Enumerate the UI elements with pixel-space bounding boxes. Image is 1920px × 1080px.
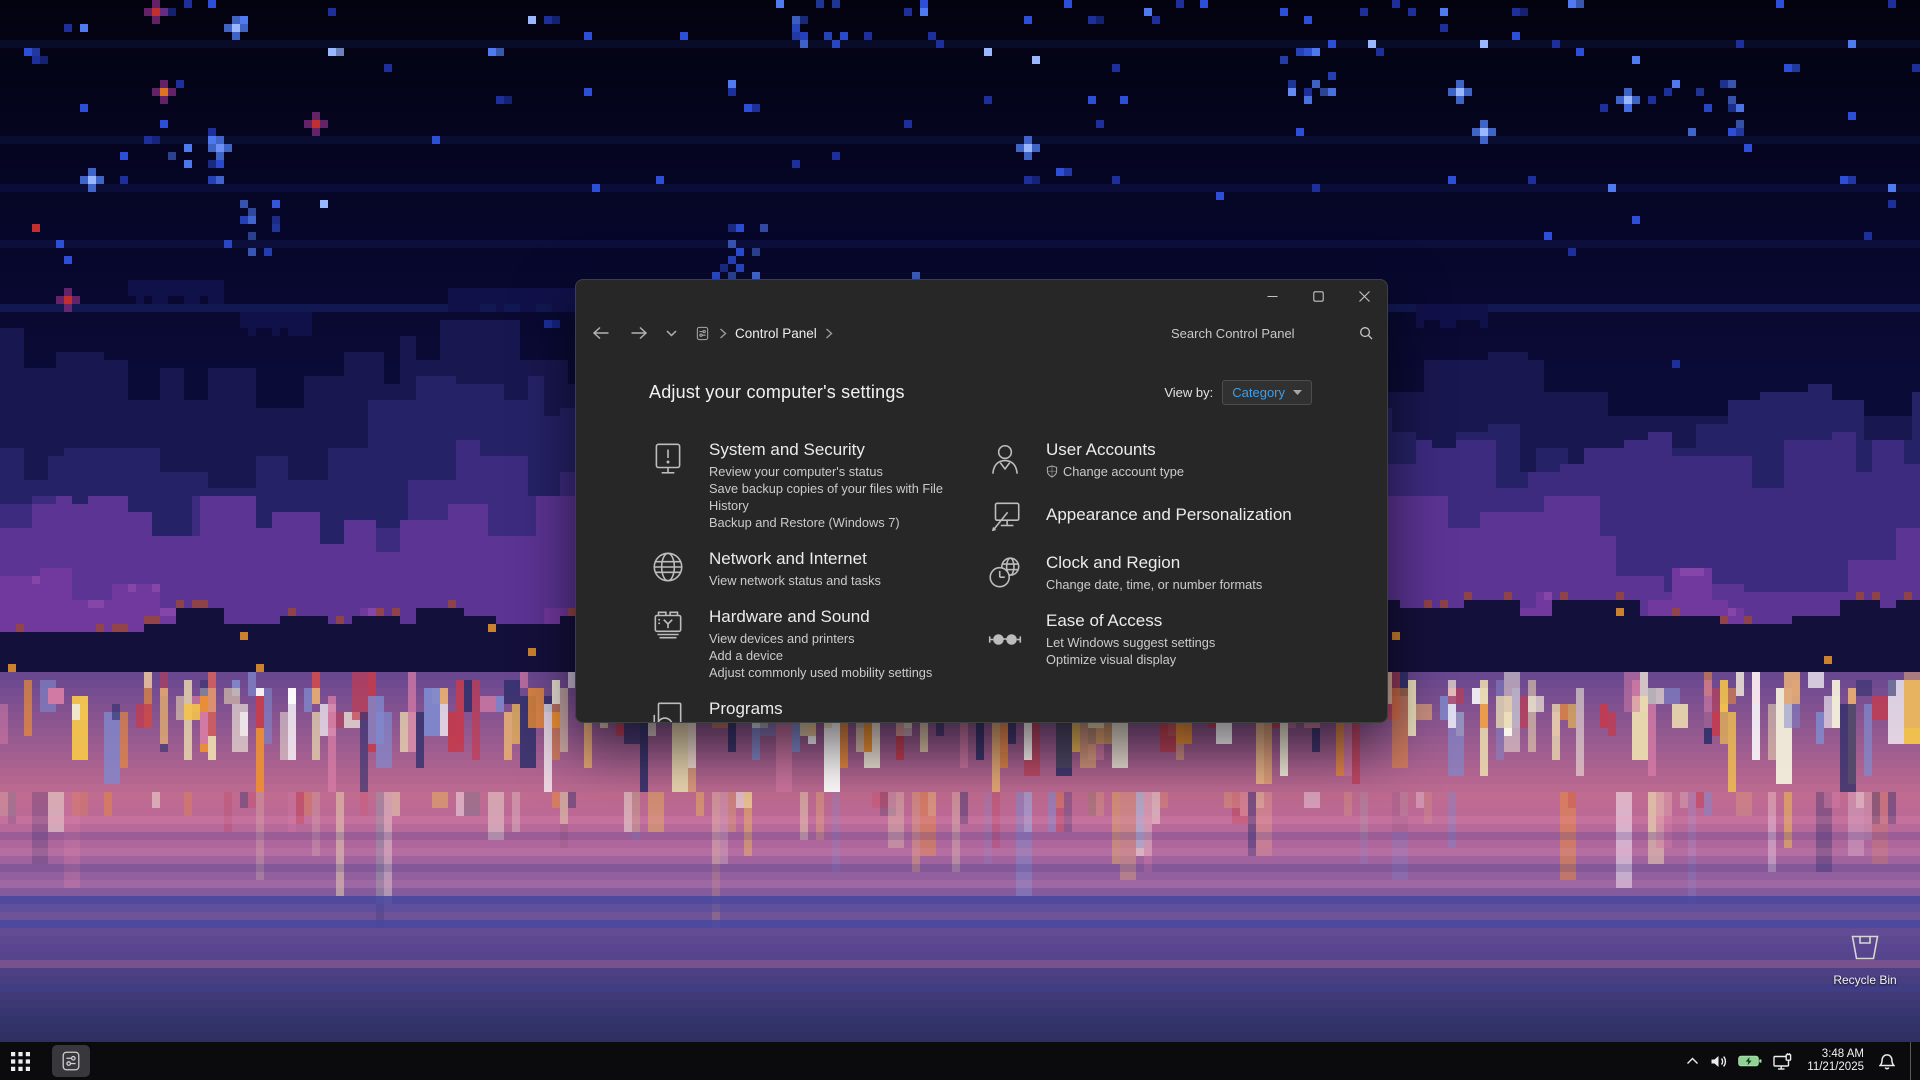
category-link-text: Let Windows suggest settings xyxy=(1046,634,1215,651)
recent-locations-chevron-icon[interactable] xyxy=(666,330,677,337)
category-link-text: Backup and Restore (Windows 7) xyxy=(709,514,900,531)
category-system-and-security: System and Security Review your computer'… xyxy=(649,439,979,531)
control-panel-home: Adjust your computer's settings View by:… xyxy=(576,354,1387,405)
category-appearance-and-personalization: Appearance and Personalization xyxy=(986,497,1326,535)
category-link[interactable]: Uninstall a program xyxy=(709,722,820,723)
categories-right-column: User Accounts Change account type Appearan… xyxy=(986,439,1326,685)
breadcrumb[interactable]: Control Panel xyxy=(735,326,817,341)
breadcrumb-chevron-icon[interactable] xyxy=(825,328,833,339)
category-link-text: Optimize visual display xyxy=(1046,651,1176,668)
view-by-dropdown[interactable]: Category xyxy=(1222,380,1312,405)
recycle-bin-label[interactable]: Recycle Bin xyxy=(1833,973,1896,987)
clock-region-icon xyxy=(986,554,1024,592)
system-tray: 3:48 AM 11/21/2025 xyxy=(1686,1042,1920,1080)
category-title[interactable]: Programs xyxy=(709,698,820,719)
taskbar-control-panel-button[interactable] xyxy=(52,1045,90,1077)
category-link-text: Review your computer's status xyxy=(709,463,883,480)
page-title: Adjust your computer's settings xyxy=(649,382,905,403)
clock-date: 11/21/2025 xyxy=(1807,1061,1864,1074)
category-link[interactable]: View devices and printers xyxy=(709,630,932,647)
forward-button[interactable] xyxy=(630,326,648,340)
category-network-and-internet: Network and Internet View network status … xyxy=(649,548,979,589)
view-by-label: View by: xyxy=(1164,385,1213,400)
category-link[interactable]: Adjust commonly used mobility settings xyxy=(709,664,932,681)
volume-icon[interactable] xyxy=(1710,1054,1727,1069)
category-link[interactable]: Change date, time, or number formats xyxy=(1046,576,1262,593)
category-link-text: View devices and printers xyxy=(709,630,855,647)
network-icon[interactable] xyxy=(1773,1053,1792,1070)
category-title[interactable]: Appearance and Personalization xyxy=(1046,504,1292,525)
category-link[interactable]: Add a device xyxy=(709,647,932,664)
search-input[interactable] xyxy=(1169,325,1349,342)
category-ease-of-access: Ease of Access Let Windows suggest settin… xyxy=(986,610,1326,668)
category-link-text: View network status and tasks xyxy=(709,572,881,589)
notifications-bell-icon[interactable] xyxy=(1879,1053,1895,1070)
control-panel-window: Control Panel Adjust your computer's set… xyxy=(575,279,1388,723)
system-security-icon xyxy=(649,439,687,477)
network-internet-icon xyxy=(649,548,687,586)
start-grid-icon xyxy=(11,1052,30,1071)
breadcrumb-chevron-icon[interactable] xyxy=(719,328,727,339)
category-link-text: Change date, time, or number formats xyxy=(1046,576,1262,593)
category-clock-and-region: Clock and Region Change date, time, or nu… xyxy=(986,552,1326,593)
taskbar: 3:48 AM 11/21/2025 xyxy=(0,1042,1920,1080)
hardware-sound-icon xyxy=(649,606,687,644)
maximize-button[interactable] xyxy=(1295,280,1341,312)
minimize-button[interactable] xyxy=(1249,280,1295,312)
back-button[interactable] xyxy=(592,326,610,340)
category-link[interactable]: Review your computer's status xyxy=(709,463,979,480)
category-link-text: Change account type xyxy=(1063,463,1184,480)
category-user-accounts: User Accounts Change account type xyxy=(986,439,1326,480)
clock-time: 3:48 AM xyxy=(1807,1048,1864,1061)
category-link[interactable]: Backup and Restore (Windows 7) xyxy=(709,514,979,531)
view-by-value: Category xyxy=(1232,385,1285,400)
close-icon xyxy=(1359,291,1370,302)
category-link[interactable]: Let Windows suggest settings xyxy=(1046,634,1215,651)
category-link-text: Uninstall a program xyxy=(709,722,820,723)
control-panel-address-icon[interactable] xyxy=(695,326,710,341)
user-accounts-icon xyxy=(986,441,1024,479)
titlebar[interactable] xyxy=(576,280,1387,312)
control-panel-app-icon xyxy=(60,1050,82,1072)
category-hardware-and-sound: Hardware and Sound View devices and print… xyxy=(649,606,979,681)
category-link[interactable]: Optimize visual display xyxy=(1046,651,1215,668)
programs-icon xyxy=(649,698,687,723)
category-link[interactable]: Change account type xyxy=(1046,463,1184,480)
start-button[interactable] xyxy=(0,1042,40,1080)
navigation-bar: Control Panel xyxy=(576,312,1387,354)
category-link-text: Add a device xyxy=(709,647,783,664)
hidden-icons-chevron-icon[interactable] xyxy=(1686,1057,1699,1065)
category-programs: Programs Uninstall a program xyxy=(649,698,979,723)
battery-charging-icon[interactable] xyxy=(1738,1054,1762,1068)
recycle-bin[interactable]: Recycle Bin xyxy=(1826,928,1904,987)
search-icon xyxy=(1359,326,1373,340)
uac-shield-icon xyxy=(1046,465,1058,478)
category-link-text: Adjust commonly used mobility settings xyxy=(709,664,932,681)
category-link[interactable]: View network status and tasks xyxy=(709,572,881,589)
category-title[interactable]: User Accounts xyxy=(1046,439,1184,460)
search-box[interactable] xyxy=(1169,325,1369,342)
categories-left-column: System and Security Review your computer'… xyxy=(649,439,979,723)
ease-access-icon xyxy=(986,620,1024,658)
close-button[interactable] xyxy=(1341,280,1387,312)
category-title[interactable]: Clock and Region xyxy=(1046,552,1262,573)
category-title[interactable]: System and Security xyxy=(709,439,979,460)
category-link[interactable]: Save backup copies of your files with Fi… xyxy=(709,480,979,514)
maximize-icon xyxy=(1313,291,1324,302)
category-title[interactable]: Ease of Access xyxy=(1046,610,1215,631)
recycle-bin-icon xyxy=(1845,928,1885,969)
desktop: Recycle Bin xyxy=(0,0,1920,1080)
category-title[interactable]: Network and Internet xyxy=(709,548,881,569)
chevron-down-icon xyxy=(1293,390,1302,396)
category-title[interactable]: Hardware and Sound xyxy=(709,606,932,627)
category-link-text: Save backup copies of your files with Fi… xyxy=(709,480,979,514)
taskbar-clock[interactable]: 3:48 AM 11/21/2025 xyxy=(1807,1048,1864,1074)
minimize-icon xyxy=(1267,291,1278,302)
appearance-icon xyxy=(986,497,1024,535)
show-desktop-button[interactable] xyxy=(1910,1042,1916,1080)
